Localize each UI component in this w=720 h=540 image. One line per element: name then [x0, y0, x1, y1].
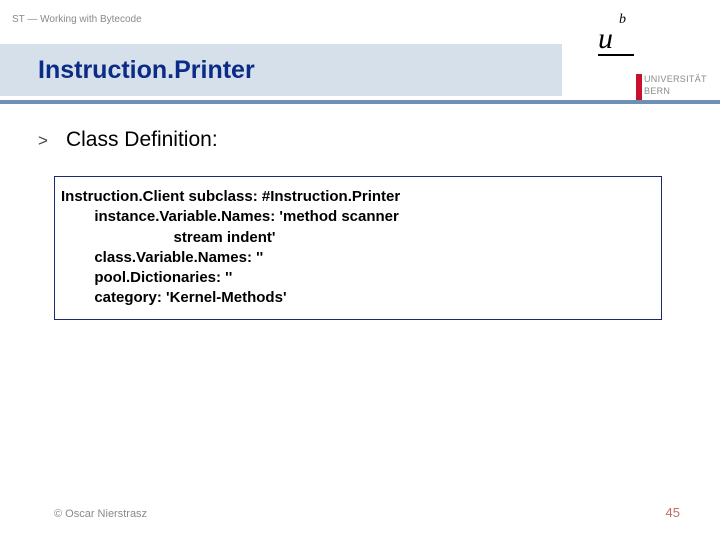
bullet-line: > Class Definition:	[38, 128, 218, 152]
uni-line-2: BERN	[644, 86, 707, 98]
code-line-5: pool.Dictionaries: ''	[61, 268, 655, 288]
uni-line-1: UNIVERSITÄT	[644, 74, 707, 86]
footer-copyright: © Oscar Nierstrasz	[54, 508, 147, 520]
header-divider	[0, 100, 720, 104]
logo-u-glyph: u	[598, 22, 613, 56]
logo-underline	[598, 54, 634, 56]
code-line-2: instance.Variable.Names: 'method scanner	[61, 207, 655, 227]
code-line-3: stream indent'	[61, 228, 655, 248]
logo-red-stripe	[636, 74, 642, 100]
code-line-1: Instruction.Client subclass: #Instructio…	[61, 187, 655, 207]
slide: ST — Working with Bytecode Instruction.P…	[0, 0, 720, 540]
code-definition-box: Instruction.Client subclass: #Instructio…	[54, 176, 662, 320]
title-bar: Instruction.Printer	[0, 44, 562, 96]
code-line-6: category: 'Kernel-Methods'	[61, 288, 655, 308]
university-name: UNIVERSITÄT BERN	[644, 74, 707, 97]
bullet-text: Class Definition:	[66, 128, 218, 152]
logo-b-glyph: b	[619, 12, 626, 28]
code-line-4: class.Variable.Names: ''	[61, 248, 655, 268]
university-logo: u b UNIVERSITÄT BERN	[562, 0, 720, 100]
header-label: ST — Working with Bytecode	[12, 14, 142, 25]
slide-title: Instruction.Printer	[38, 56, 255, 85]
page-number: 45	[666, 505, 680, 520]
bullet-marker-icon: >	[38, 131, 48, 151]
